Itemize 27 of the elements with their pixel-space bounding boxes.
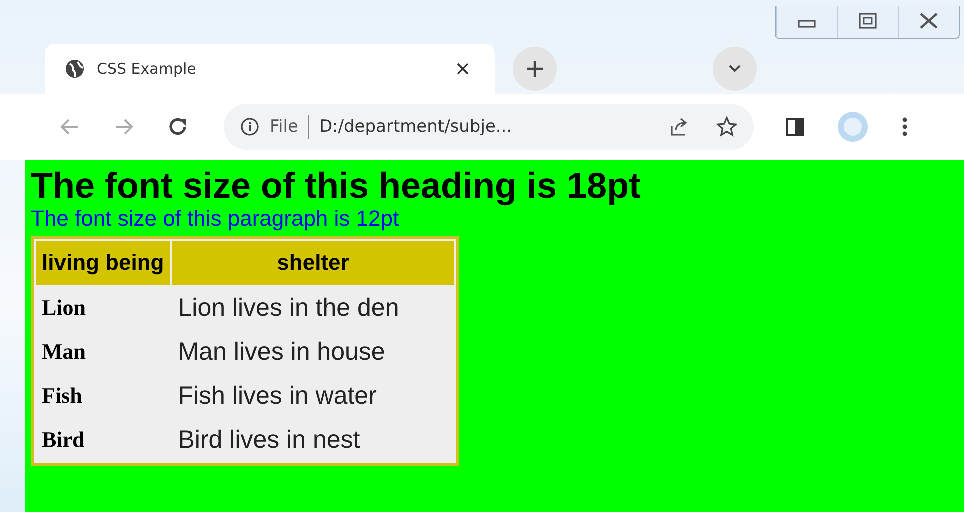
address-bar[interactable]: File D:/department/subje... [224, 104, 754, 150]
close-icon[interactable] [456, 62, 470, 76]
chevron-icon [728, 64, 742, 74]
star-icon[interactable] [716, 116, 738, 138]
table-cell-text: Fish lives in water [177, 380, 378, 412]
menu-icon[interactable] [900, 115, 910, 139]
row-header: Man [41, 338, 87, 366]
share-icon[interactable] [668, 116, 690, 138]
table-cell-text: Man lives in house [177, 336, 386, 368]
row-header: Lion [41, 294, 88, 322]
scheme-label: File [270, 117, 298, 137]
page-paragraph: The font size of this paragraph is 12pt [31, 206, 400, 232]
tab-title: CSS Example [97, 60, 198, 78]
column-header: living being [36, 241, 170, 285]
url-text: D:/department/subje... [319, 117, 514, 137]
table-cell-text: Bird lives in nest [177, 424, 362, 456]
page-heading: The font size of this heading is 18pt [31, 166, 642, 206]
browser-tab[interactable]: CSS Example [45, 44, 495, 94]
column-header: shelter [172, 241, 454, 285]
new-tab-button[interactable] [513, 47, 557, 91]
row-header: Bird [41, 426, 86, 454]
table-cell-text: Lion lives in the den [177, 292, 400, 324]
row-header: Fish [41, 382, 84, 410]
side-panel-icon[interactable] [784, 116, 806, 138]
info-icon[interactable] [240, 117, 260, 137]
globe-icon [65, 59, 85, 79]
plus-icon [525, 59, 545, 79]
